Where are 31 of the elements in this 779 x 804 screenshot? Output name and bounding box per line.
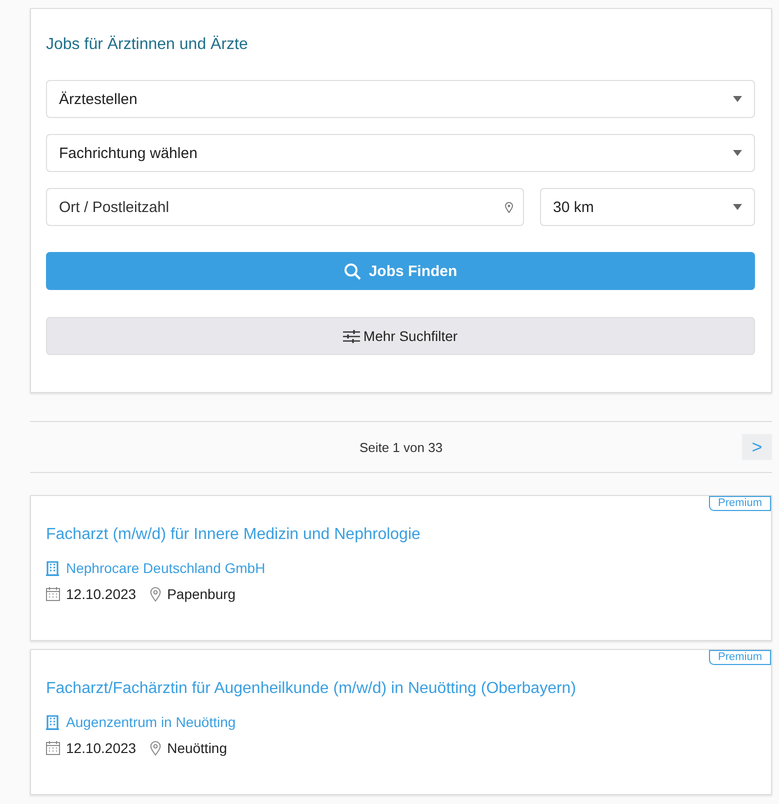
- search-title: Jobs für Ärztinnen und Ärzte: [46, 36, 249, 54]
- job-title-link[interactable]: Facharzt/Fachärztin für Augenheilkunde (m/w/d) in Neuötting (Oberbayern): [46, 680, 755, 698]
- job-title-link[interactable]: Facharzt (m/w/d) für Innere Medizin und Nephrologie: [46, 526, 755, 544]
- job-date: 12.10.2023: [66, 586, 136, 602]
- page-indicator: Seite 1 von 33: [359, 440, 443, 454]
- job-location: Papenburg: [167, 586, 236, 602]
- location-pin-icon: [150, 586, 162, 602]
- caret-icon: [733, 150, 742, 156]
- calendar-icon: [46, 587, 60, 601]
- caret-icon: [733, 96, 742, 102]
- category-select[interactable]: Ärztestellen: [46, 80, 755, 118]
- more-filters-button[interactable]: Mehr Suchfilter: [46, 317, 755, 355]
- sliders-icon: [343, 330, 360, 342]
- premium-tag: Premium: [708, 496, 771, 511]
- premium-tag: Premium: [708, 650, 771, 665]
- location-field[interactable]: Ort / Postleitzahl: [46, 188, 524, 226]
- location-pin-icon: [150, 740, 162, 756]
- company-link[interactable]: Nephrocare Deutschland GmbH: [66, 560, 266, 576]
- next-page-button[interactable]: >: [742, 434, 772, 460]
- specialty-select[interactable]: Fachrichtung wählen: [46, 134, 755, 172]
- search-icon: [344, 262, 361, 280]
- find-jobs-button[interactable]: Jobs Finden: [46, 252, 755, 290]
- caret-icon: [733, 204, 742, 210]
- building-icon: [46, 560, 59, 576]
- job-location: Neuötting: [167, 740, 228, 756]
- calendar-icon: [46, 741, 60, 755]
- company-link[interactable]: Augenzentrum in Neuötting: [66, 714, 236, 730]
- location-pin-icon: [505, 202, 513, 213]
- job-date: 12.10.2023: [66, 740, 136, 756]
- building-icon: [46, 714, 59, 730]
- radius-select[interactable]: 30 km: [540, 188, 755, 226]
